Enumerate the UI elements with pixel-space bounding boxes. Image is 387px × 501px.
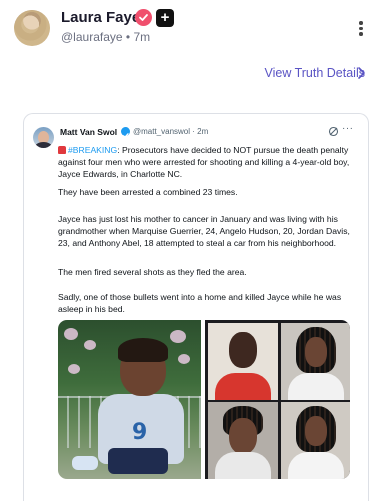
plus-icon: + [156, 9, 174, 27]
hashtag-link[interactable]: #BREAKING [68, 145, 117, 155]
more-vertical-icon[interactable] [357, 19, 365, 39]
more-horizontal-icon[interactable]: ··· [342, 123, 354, 134]
child-photo[interactable]: 9 [58, 320, 201, 479]
avatar[interactable] [14, 10, 50, 46]
quoted-paragraph-5: Sadly, one of those bullets went into a … [58, 292, 342, 315]
mugshot-1[interactable] [208, 323, 278, 400]
siren-icon [58, 146, 66, 154]
verified-badge-icon [121, 127, 130, 138]
quoted-paragraph-2: They have been arrested a combined 23 ti… [58, 187, 238, 197]
quoted-author-name[interactable]: Matt Van Swol [60, 127, 117, 137]
author-meta: @laurafaye • 7m [61, 30, 150, 44]
chevron-right-icon[interactable] [356, 66, 366, 80]
quoted-paragraph-1: #BREAKING: Prosecutors have decided to N… [58, 144, 358, 181]
grok-icon[interactable] [328, 126, 339, 137]
quoted-handle[interactable]: @matt_vanswol [133, 127, 190, 136]
verified-badge-icon [135, 9, 152, 26]
quoted-paragraph-4: The men fired several shots as they fled… [58, 267, 247, 277]
mugshot-grid[interactable] [205, 320, 350, 479]
view-truth-details-link[interactable]: View Truth Details [264, 66, 365, 80]
post-time: 7m [133, 30, 151, 44]
quoted-time: 2m [197, 127, 209, 136]
author-name[interactable]: Laura Faye [61, 9, 140, 26]
view-truth-details-label: View Truth Details [264, 66, 365, 80]
mugshot-3[interactable] [208, 402, 278, 479]
action-row [58, 488, 358, 498]
author-handle[interactable]: @laurafaye [61, 30, 123, 44]
quoted-post-card[interactable]: Matt Van Swol @matt_vanswol · 2m ··· #BR… [23, 113, 369, 501]
mugshot-4[interactable] [281, 402, 350, 479]
mugshot-2[interactable] [281, 323, 350, 400]
post-header: Laura Faye + @laurafaye • 7m [0, 0, 387, 60]
quoted-separator: · [192, 127, 195, 136]
meta-separator: • [125, 30, 131, 44]
quoted-paragraph-3: Jayce has just lost his mother to cancer… [58, 214, 350, 249]
quoted-meta: @matt_vanswol · 2m [133, 127, 208, 136]
quoted-avatar[interactable] [33, 127, 54, 148]
